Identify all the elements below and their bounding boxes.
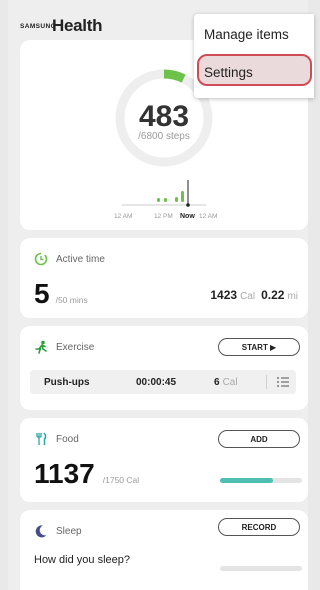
- menu-item-settings[interactable]: Settings: [204, 65, 253, 80]
- exercise-log-duration: 00:00:45: [136, 376, 177, 388]
- timeline-bar: [157, 198, 160, 202]
- active-goal: /50 mins: [55, 295, 88, 305]
- exercise-label: Exercise: [56, 341, 95, 353]
- sleep-card[interactable]: Sleep RECORD How did you sleep?: [20, 510, 308, 590]
- menu-item-manage-items[interactable]: Manage items: [204, 27, 289, 42]
- food-calories: 1137: [34, 458, 95, 489]
- active-calories: 1423: [210, 288, 238, 302]
- exercise-log-divider: [266, 375, 267, 389]
- sleep-progress-bar: [220, 566, 302, 571]
- food-value: 1137 /1750 Cal: [34, 458, 139, 490]
- active-cal-unit: Cal: [240, 291, 256, 302]
- now-dot: [186, 203, 190, 207]
- sleep-title: Sleep: [34, 524, 82, 538]
- record-sleep-button[interactable]: RECORD: [218, 518, 300, 536]
- active-time-card[interactable]: Active time 5 /50 mins 1423 Cal 0.22 mi: [20, 238, 308, 318]
- food-title: Food: [34, 432, 79, 446]
- moon-icon: [35, 525, 47, 538]
- timeline-label-now: Now: [180, 213, 195, 220]
- active-distance: 0.22: [261, 288, 285, 302]
- exercise-card[interactable]: Exercise START ▶ Push-ups 00:00:45 6 Cal: [20, 326, 308, 410]
- exercise-log-row[interactable]: Push-ups 00:00:45 6 Cal: [30, 370, 296, 394]
- food-progress-fill: [220, 478, 274, 483]
- timeline-bar: [175, 197, 178, 202]
- food-card[interactable]: Food ADD 1137 /1750 Cal: [20, 418, 308, 502]
- sleep-label: Sleep: [56, 525, 82, 537]
- sleep-question: How did you sleep?: [34, 554, 131, 566]
- active-minutes: 5: [34, 278, 50, 309]
- active-time-label: Active time: [56, 253, 105, 265]
- exercise-log-calories-group: 6 Cal: [214, 377, 244, 388]
- timeline-bar: [164, 198, 167, 202]
- timeline-label-noon: 12 PM: [154, 213, 173, 220]
- start-button[interactable]: START ▶: [218, 338, 300, 356]
- add-food-button[interactable]: ADD: [218, 430, 300, 448]
- exercise-log-calories: 6: [214, 376, 220, 388]
- brand-health: Health: [52, 16, 103, 35]
- active-distance-unit: mi: [287, 291, 298, 302]
- active-stats: 1423 Cal 0.22 mi: [210, 288, 298, 302]
- list-icon[interactable]: [276, 375, 290, 389]
- food-goal: /1750 Cal: [102, 475, 140, 485]
- timeline-label-start: 12 AM: [114, 213, 133, 220]
- timeline-label-end: 12 AM: [199, 213, 218, 220]
- overflow-menu: Manage items Settings: [194, 14, 314, 98]
- ring-progress: [163, 69, 186, 83]
- fork-knife-icon: [36, 432, 47, 445]
- exercise-title: Exercise: [34, 340, 94, 354]
- food-progress-bar: [220, 478, 302, 483]
- exercise-log-cal-unit: Cal: [222, 376, 238, 388]
- exercise-log-name: Push-ups: [44, 376, 90, 388]
- brand-samsung: SAMSUNG: [20, 23, 57, 30]
- active-time-value: 5 /50 mins: [34, 278, 88, 310]
- running-icon: [35, 340, 47, 354]
- timeline-bar: [181, 191, 184, 202]
- food-label: Food: [56, 433, 79, 445]
- steps-count: 483: [138, 100, 190, 133]
- active-time-icon: [34, 252, 48, 266]
- active-time-title: Active time: [34, 252, 105, 266]
- steps-goal: /6800 steps: [138, 131, 190, 142]
